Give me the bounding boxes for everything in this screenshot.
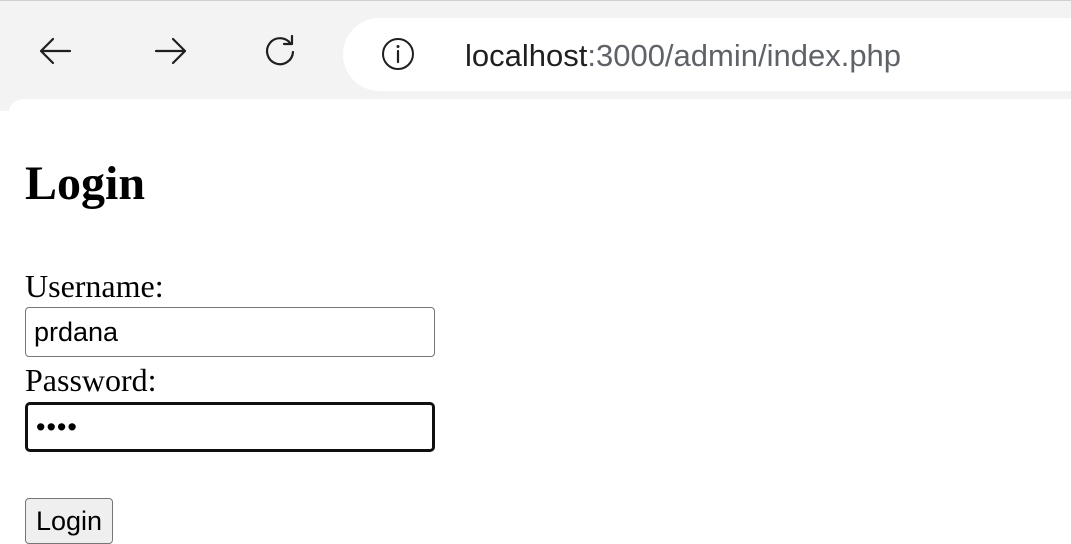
arrow-left-icon	[39, 37, 72, 65]
browser-toolbar: localhost:3000/admin/index.php	[0, 0, 1071, 119]
address-bar[interactable]: localhost:3000/admin/index.php	[343, 18, 1071, 91]
arrow-right-icon	[154, 37, 187, 65]
password-label: Password:	[25, 362, 157, 398]
page-title: Login	[25, 157, 146, 210]
url-host: localhost	[465, 38, 588, 73]
reload-icon	[265, 34, 295, 66]
forward-button[interactable]	[147, 27, 195, 75]
content-edge	[8, 99, 1071, 119]
info-icon[interactable]	[380, 36, 416, 72]
username-label: Username:	[25, 268, 164, 304]
reload-button[interactable]	[256, 27, 304, 75]
url-path: :3000/admin/index.php	[587, 38, 902, 73]
username-input[interactable]	[25, 307, 435, 357]
page-content: Login Username: Password: Login	[0, 118, 1071, 544]
password-input[interactable]	[25, 402, 435, 452]
back-button[interactable]	[31, 27, 79, 75]
login-button[interactable]: Login	[25, 498, 114, 544]
url-text[interactable]: localhost:3000/admin/index.php	[465, 38, 901, 74]
